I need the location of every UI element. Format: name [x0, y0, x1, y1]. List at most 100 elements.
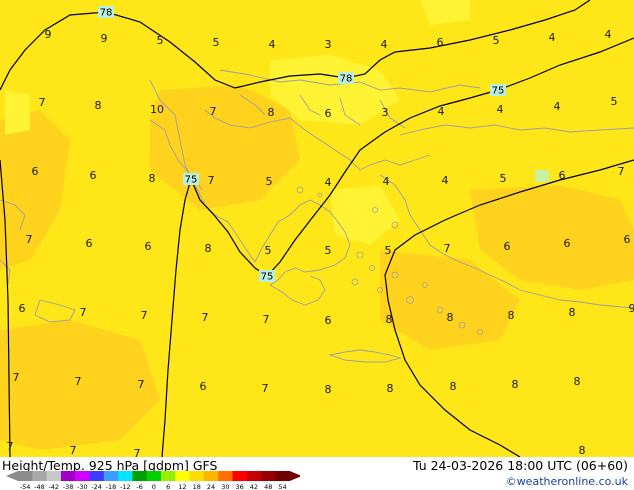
- temperature-label: 5: [325, 244, 332, 257]
- scale-tick-label: 42: [250, 483, 258, 490]
- temperature-label: 6: [325, 314, 332, 327]
- temperature-label: 3: [382, 106, 389, 119]
- temperature-label: 4: [554, 100, 561, 113]
- temperature-label: 6: [200, 380, 207, 393]
- temperature-label: 6: [32, 165, 39, 178]
- temperature-label: 7: [210, 105, 217, 118]
- scale-swatch: [89, 471, 105, 481]
- scale-tick-label: -30: [77, 483, 88, 490]
- temperature-label: 4: [497, 103, 504, 116]
- temperature-label: 7: [141, 309, 148, 322]
- scale-tick-label: -24: [91, 483, 102, 490]
- scale-swatch: [203, 471, 219, 481]
- temperature-label: 4: [325, 176, 332, 189]
- temperature-label: 7: [262, 382, 269, 395]
- scale-swatch: [146, 471, 162, 481]
- temperature-label: 7: [208, 174, 215, 187]
- temperature-label: 9: [629, 302, 634, 315]
- temperature-label: 6: [145, 240, 152, 253]
- scale-tick-label: 12: [178, 483, 186, 490]
- temperature-label: 7: [618, 165, 625, 178]
- scale-tick-label: -6: [136, 483, 142, 490]
- scale-swatch: [75, 471, 90, 481]
- temperature-label: 4: [442, 174, 449, 187]
- temperature-label: 6: [624, 233, 631, 246]
- temperature-label: 5: [493, 34, 500, 47]
- temperature-label: 3: [325, 38, 332, 51]
- scale-swatch: [189, 471, 205, 481]
- temperature-label: 7: [80, 306, 87, 319]
- temperature-label: 6: [437, 36, 444, 49]
- temperature-label: 8: [149, 172, 156, 185]
- map-area: 78 78 75 75 75 9 9 5 5 4 3 4 6 5 4 4 7 8 10 7 8 6 3 4 4 4 5 6 6 8 7 5 4…: [0, 0, 634, 457]
- temperature-label: 7: [39, 96, 46, 109]
- scale-tick-label: 0: [152, 483, 156, 490]
- temperature-label: 7: [26, 233, 33, 246]
- temperature-label: 7: [134, 447, 141, 457]
- scale-tick-label: -38: [63, 483, 74, 490]
- temperature-label: 4: [269, 38, 276, 51]
- temperature-label: 7: [75, 375, 82, 388]
- scale-tick-label: 18: [193, 483, 201, 490]
- small-green-cell: [535, 170, 549, 182]
- temperature-label: 5: [266, 175, 273, 188]
- scale-tick-label: -54: [20, 483, 31, 490]
- scale-swatch: [118, 471, 133, 481]
- temperature-label: 8: [450, 380, 457, 393]
- scale-ticks: -54 -48 -42 -38 -30 -24 -18 -12 -6 0 6 12 18 24 30 36 42…: [20, 483, 287, 490]
- scale-tick-label: -42: [48, 483, 59, 490]
- scale-swatch: [60, 471, 76, 481]
- color-scale: -54 -48 -42 -38 -30 -24 -18 -12 -6 0 6 12 18 24 30 36 42…: [6, 471, 300, 490]
- temperature-label: 8: [325, 383, 332, 396]
- temperature-label: 4: [605, 28, 612, 41]
- contour-label: 75: [492, 86, 505, 97]
- contour-label: 75: [261, 272, 274, 283]
- scale-bar: [6, 471, 300, 481]
- scale-swatch: [261, 471, 276, 481]
- temperature-label: 6: [325, 107, 332, 120]
- temperature-map: 7878757575 9 9 5 5 4 3 4 6 5 4 47 8 10 7 8 6 3 4 4 4 56 6 8 7 5 4…: [0, 0, 634, 457]
- temperature-label: 4: [549, 31, 556, 44]
- contour-label: 78: [340, 74, 353, 85]
- temperature-label: 7: [444, 242, 451, 255]
- scale-arrow-left: [6, 471, 18, 481]
- scale-swatch: [246, 471, 262, 481]
- temperature-label: 7: [202, 311, 209, 324]
- scale-swatch: [103, 471, 119, 481]
- scale-swatch: [175, 471, 190, 481]
- scale-swatch: [132, 471, 148, 481]
- credit-link[interactable]: ©weatheronline.co.uk: [506, 475, 628, 488]
- scale-tick-label: 48: [264, 483, 272, 490]
- temperature-label: 5: [157, 34, 164, 47]
- temperature-label: 4: [381, 38, 388, 51]
- temperature-label: 9: [101, 32, 108, 45]
- temperature-label: 9: [45, 28, 52, 41]
- scale-tick-label: 30: [221, 483, 229, 490]
- scale-swatch: [232, 471, 248, 481]
- temperature-label: 6: [564, 237, 571, 250]
- temperature-label: 6: [86, 237, 93, 250]
- temperature-label: 7: [263, 313, 270, 326]
- temperature-label: 8: [569, 306, 576, 319]
- temperature-label: 7: [13, 371, 20, 384]
- scale-swatch: [218, 471, 233, 481]
- temperature-label: 8: [387, 382, 394, 395]
- scale-swatch: [18, 471, 33, 481]
- temperature-label: 7: [7, 440, 14, 453]
- contour-label: 78: [100, 8, 113, 19]
- scale-tick-label: -18: [106, 483, 117, 490]
- scale-swatch: [32, 471, 47, 481]
- scale-swatch: [46, 471, 62, 481]
- temperature-label: 8: [386, 313, 393, 326]
- temperature-label: 6: [90, 169, 97, 182]
- temperature-label: 6: [19, 302, 26, 315]
- scale-tick-label: -12: [120, 483, 131, 490]
- temperature-label: 7: [138, 378, 145, 391]
- scale-tick-label: 24: [207, 483, 215, 490]
- temperature-label: 7: [70, 444, 77, 457]
- temperature-label: 8: [447, 311, 454, 324]
- cool-patch-northwest: [5, 90, 30, 135]
- temperature-label: 4: [383, 175, 390, 188]
- temperature-label: 8: [268, 106, 275, 119]
- temperature-label: 10: [150, 103, 164, 116]
